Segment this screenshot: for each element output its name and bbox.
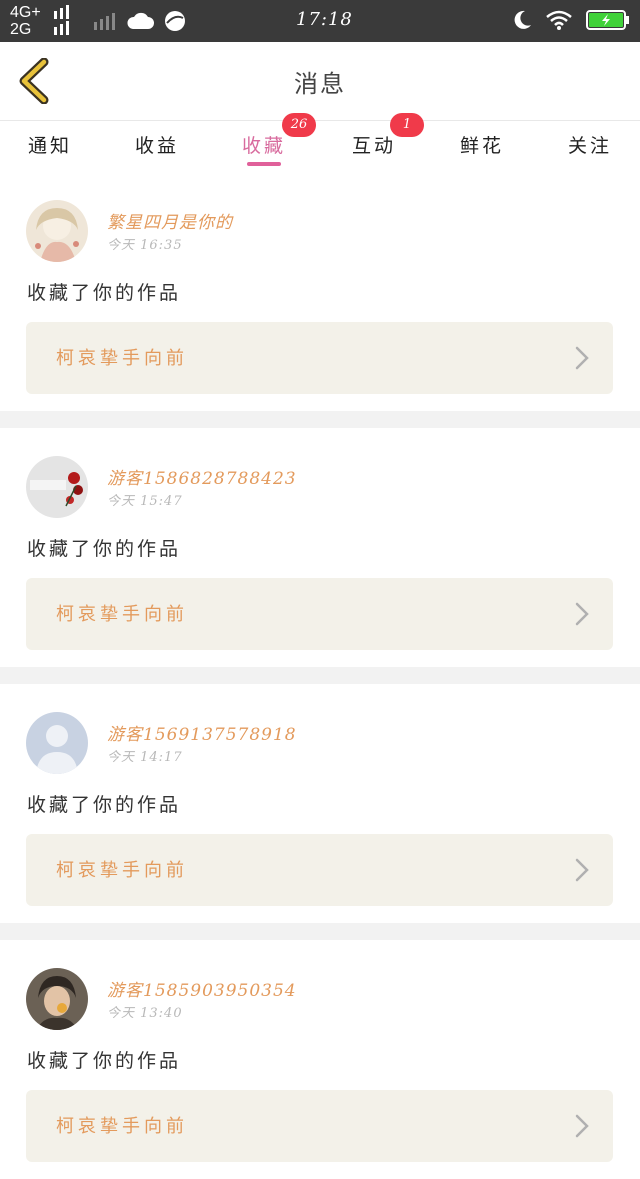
message-tabs: 通知 收益 收藏 26 互动 1 鲜花 关注 — [0, 113, 640, 169]
browser-icon — [165, 11, 185, 31]
page-title: 消息 — [294, 70, 346, 98]
work-link[interactable]: 柯哀挚手向前 — [26, 578, 613, 650]
action-text: 收藏了你的作品 — [27, 1050, 182, 1072]
clock: 17:18 — [296, 9, 353, 30]
tab-label: 关注 — [567, 135, 612, 157]
rose-avatar — [26, 456, 88, 518]
tab-following[interactable]: 关注 — [540, 121, 640, 169]
chevron-right-icon — [575, 346, 589, 370]
signal-bars-icon — [94, 13, 115, 30]
username[interactable]: 繁星四月是你的 — [107, 208, 233, 233]
tab-label: 收益 — [134, 135, 179, 157]
tab-earnings[interactable]: 收益 — [107, 121, 207, 169]
status-bar: 4G+ 2G 17:18 — [0, 0, 640, 42]
action-text: 收藏了你的作品 — [27, 282, 182, 304]
unread-badge: 26 — [282, 113, 316, 137]
chevron-right-icon — [575, 1114, 589, 1138]
timestamp: 今天 16:35 — [107, 238, 183, 253]
tab-label: 通知 — [27, 135, 72, 157]
list-item: 游客15868287884​23 今天 15:47 收藏了你的作品 柯哀挚手向前 — [0, 428, 640, 667]
tab-interactions[interactable]: 互动 1 — [324, 113, 424, 169]
tab-flowers[interactable]: 鲜花 — [432, 121, 532, 169]
timestamp: 今天 14:17 — [107, 750, 183, 765]
work-link[interactable]: 柯哀挚手向前 — [26, 1090, 613, 1162]
unread-badge: 1 — [390, 113, 424, 137]
work-title: 柯哀挚手向前 — [56, 604, 188, 625]
avatar[interactable] — [26, 456, 88, 518]
username[interactable]: 游客15868287884​23 — [107, 464, 297, 489]
avatar[interactable] — [26, 712, 88, 774]
action-text: 收藏了你的作品 — [27, 538, 182, 560]
chevron-right-icon — [575, 602, 589, 626]
username[interactable]: 游客15859039503​54 — [107, 976, 297, 1001]
tab-notifications[interactable]: 通知 — [0, 121, 100, 169]
anime-girl-avatar — [26, 200, 88, 262]
default-person-avatar — [26, 712, 88, 774]
battery-charging-icon — [586, 10, 629, 30]
list-item: 繁星四月是你的 今天 16:35 收藏了你的作品 柯哀挚手向前 — [0, 172, 640, 411]
divider — [0, 667, 640, 684]
work-link[interactable]: 柯哀挚手向前 — [26, 834, 613, 906]
moon-icon — [514, 10, 531, 29]
wifi-icon — [546, 10, 572, 30]
action-text: 收藏了你的作品 — [27, 794, 182, 816]
work-title: 柯哀挚手向前 — [56, 860, 188, 881]
timestamp: 今天 13:40 — [107, 1006, 183, 1021]
signal-bars-icon — [54, 5, 69, 35]
avatar[interactable] — [26, 200, 88, 262]
list-item: 游客15859039503​54 今天 13:40 收藏了你的作品 柯哀挚手向前 — [0, 940, 640, 1179]
photo-avatar — [26, 968, 88, 1030]
divider — [0, 923, 640, 940]
work-title: 柯哀挚手向前 — [56, 1116, 188, 1137]
work-title: 柯哀挚手向前 — [56, 348, 188, 369]
favorites-feed: 繁星四月是你的 今天 16:35 收藏了你的作品 柯哀挚手向前 游客158682… — [0, 172, 640, 1179]
list-item: 游客15691375789​18 今天 14:17 收藏了你的作品 柯哀挚手向前 — [0, 684, 640, 923]
tab-favorites[interactable]: 收藏 26 — [214, 113, 316, 169]
active-tab-indicator — [247, 162, 281, 166]
avatar[interactable] — [26, 968, 88, 1030]
divider — [0, 411, 640, 428]
tab-label: 鲜花 — [459, 135, 504, 157]
timestamp: 今天 15:47 — [107, 494, 183, 509]
app-header: 消息 — [0, 42, 640, 121]
username[interactable]: 游客15691375789​18 — [107, 720, 297, 745]
chevron-right-icon — [575, 858, 589, 882]
work-link[interactable]: 柯哀挚手向前 — [26, 322, 613, 394]
cloud-icon — [127, 12, 154, 29]
